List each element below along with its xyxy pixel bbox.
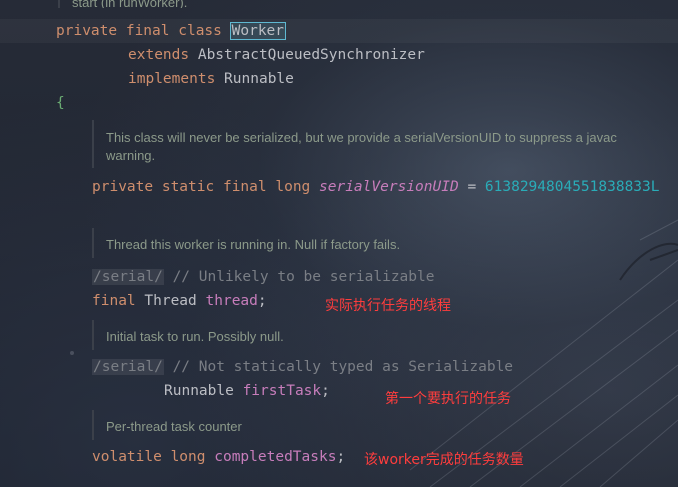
field-first-task[interactable]: firstTask	[243, 383, 322, 399]
doc-comment-thread: Thread this worker is running in. Null i…	[92, 228, 652, 258]
keyword-class: class	[178, 23, 222, 39]
field-serialversionuid[interactable]: serialVersionUID	[319, 179, 459, 195]
semicolon: ;	[321, 383, 330, 399]
serial-tag: /serial/	[92, 359, 164, 375]
type-runnable: Runnable	[164, 383, 234, 399]
serial-version-line[interactable]: private static final long serialVersionU…	[92, 175, 660, 199]
class-declaration-line[interactable]: private final class Worker	[56, 19, 287, 43]
keyword-extends: extends	[128, 47, 190, 63]
annotation-note-completed-tasks: 该worker完成的任务数量	[364, 452, 524, 468]
operator-equals: =	[467, 179, 477, 195]
keyword-final: final	[222, 179, 267, 195]
class-name-worker[interactable]: Worker	[229, 22, 287, 40]
first-task-serial-line[interactable]: /serial/ // Not statically typed as Seri…	[92, 355, 513, 379]
doc-text: Thread this worker is running in. Null i…	[106, 237, 401, 252]
doc-comment-serial: This class will never be serialized, but…	[92, 120, 652, 168]
thread-serial-line[interactable]: /serial/ // Unlikely to be serializable	[92, 265, 434, 289]
keyword-final: final	[125, 23, 170, 39]
completed-tasks-line[interactable]: volatile long completedTasks;	[92, 445, 345, 469]
doc-text: This class will never be serialized, but…	[106, 130, 617, 163]
line-comment: // Unlikely to be serializable	[172, 269, 435, 285]
code-editor[interactable]: start (in runWorker). private final clas…	[0, 0, 678, 487]
interface-name[interactable]: Runnable	[224, 71, 294, 87]
keyword-volatile: volatile	[92, 449, 162, 465]
annotation-note-thread: 实际执行任务的线程	[325, 298, 451, 314]
implements-line[interactable]: implements Runnable	[128, 67, 294, 91]
type-thread: Thread	[144, 293, 197, 309]
keyword-final: final	[92, 293, 136, 309]
keyword-long: long	[170, 449, 206, 465]
doc-comment-counter: Per-thread task counter	[92, 410, 652, 440]
keyword-private: private	[56, 23, 118, 39]
keyword-implements: implements	[128, 71, 216, 87]
extends-line[interactable]: extends AbstractQueuedSynchronizer	[128, 43, 425, 67]
keyword-private: private	[92, 179, 154, 195]
semicolon: ;	[336, 449, 346, 465]
superclass-name[interactable]: AbstractQueuedSynchronizer	[198, 47, 425, 63]
doc-comment-top: start (in runWorker).	[58, 0, 632, 8]
first-task-field-line[interactable]: Runnable firstTask;	[164, 379, 330, 403]
serial-tag: /serial/	[92, 269, 164, 285]
doc-text: Initial task to run. Possibly null.	[106, 329, 284, 344]
field-completed-tasks[interactable]: completedTasks	[214, 449, 336, 465]
open-brace: {	[56, 95, 65, 111]
line-comment: // Not statically typed as Serializable	[172, 359, 514, 375]
thread-field-line[interactable]: final Thread thread;	[92, 289, 267, 313]
doc-comment-first-task: Initial task to run. Possibly null.	[92, 320, 652, 350]
keyword-long: long	[275, 179, 311, 195]
field-thread[interactable]: thread	[206, 293, 258, 309]
doc-text: Per-thread task counter	[106, 419, 242, 434]
keyword-static: static	[161, 179, 215, 195]
annotation-note-first-task: 第一个要执行的任务	[385, 391, 511, 407]
semicolon: ;	[257, 293, 267, 309]
doc-text: start (in runWorker).	[72, 0, 188, 8]
number-literal: 6138294804551838833L	[484, 179, 660, 195]
